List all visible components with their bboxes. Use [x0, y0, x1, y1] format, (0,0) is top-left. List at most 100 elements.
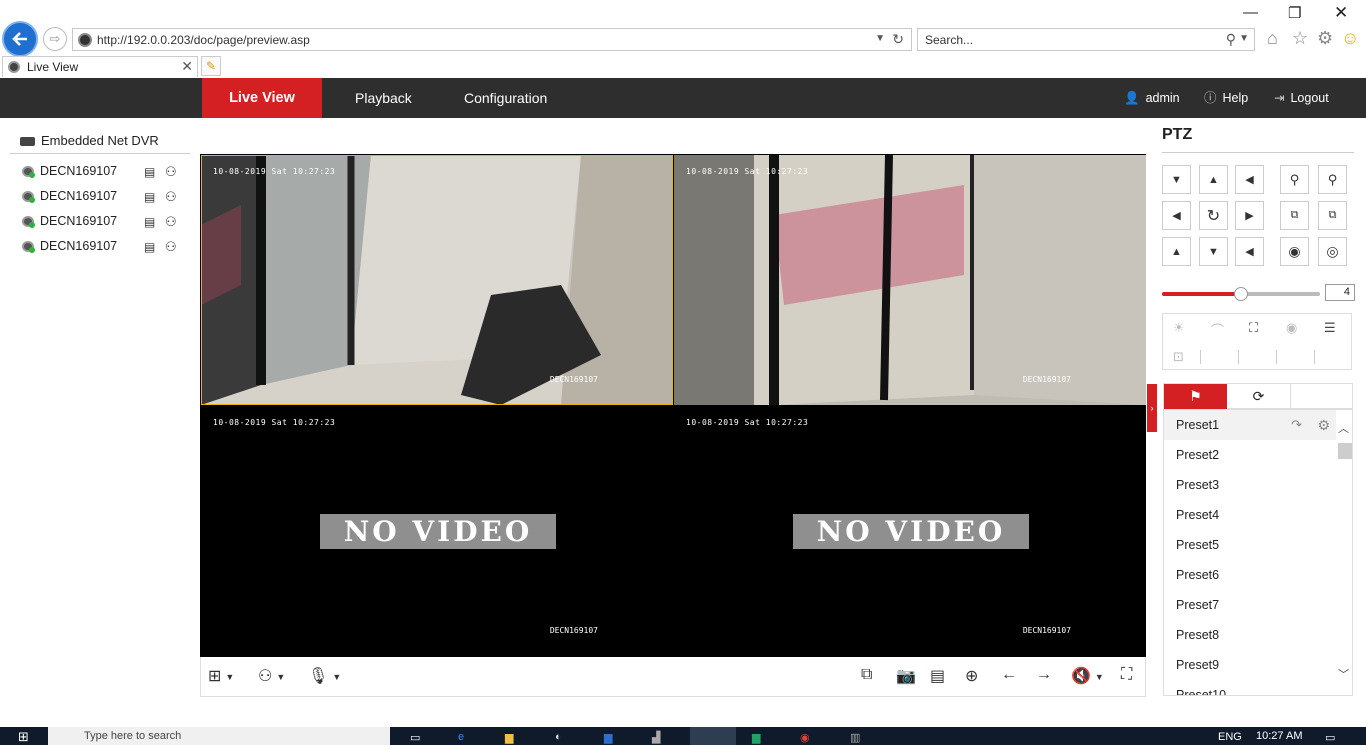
edge-app-icon[interactable]: e [458, 731, 464, 745]
excel-icon[interactable]: ▆ [752, 731, 760, 745]
browser-search-input[interactable]: Search... ⚲ ▼ [917, 28, 1255, 51]
ptz-auto-rotate-icon[interactable]: ↻ [1199, 201, 1228, 230]
task-view-icon[interactable]: ▭ [410, 731, 420, 745]
scroll-up-icon[interactable]: ︿ [1338, 420, 1349, 436]
list-item-preset[interactable]: Preset3 [1164, 470, 1338, 500]
chrome-icon[interactable]: ◉ [800, 731, 810, 745]
list-item-preset[interactable]: Preset9 [1164, 650, 1338, 680]
video-pane[interactable]: 10-08-2019 Sat 10:27:23 NO VIDEO DECN169… [201, 406, 673, 656]
menu-icon[interactable]: ☰ [1324, 320, 1336, 336]
app-icon[interactable]: ◐ [555, 731, 562, 745]
search-icon[interactable]: ⚲ [1226, 31, 1236, 48]
wiper-icon[interactable]: ⌒ [1211, 320, 1224, 339]
chevron-down-icon[interactable]: ▼ [1239, 33, 1249, 44]
call-preset-icon[interactable]: ↷ [1291, 410, 1302, 440]
aux-focus-icon[interactable]: ⛶ [1249, 320, 1258, 336]
notifications-icon[interactable]: ▭ [1325, 731, 1335, 745]
dvr-root[interactable]: Embedded Net DVR [20, 133, 159, 148]
camera-item[interactable]: DECN169107 ▤ ⚇ [22, 188, 182, 206]
stream-settings-icon[interactable]: ⚇ [165, 164, 177, 180]
camera-item[interactable]: DECN169107 ▤ ⚇ [22, 238, 182, 256]
chevron-down-icon[interactable]: ▼ [875, 33, 885, 44]
focus-near-icon[interactable]: ⧉ [1280, 201, 1309, 230]
stream-type-icon[interactable]: ⚇ ▼ [258, 666, 285, 686]
clock-time[interactable]: 10:27 AM [1256, 730, 1302, 744]
video-pane[interactable]: 10-08-2019 Sat 10:27:23 DECN169107 [201, 155, 673, 405]
ptz-left-icon[interactable]: ◀ [1162, 201, 1191, 230]
scroll-thumb[interactable] [1338, 443, 1352, 459]
ptz-speed-value[interactable]: 4 [1325, 284, 1355, 301]
record-icon[interactable]: ▤ [144, 165, 155, 179]
ptz-down-right-icon[interactable]: ◀ [1235, 237, 1264, 266]
new-tab-icon[interactable]: ✎ [201, 56, 221, 76]
slider-knob[interactable] [1234, 287, 1248, 301]
light-icon[interactable]: ☀ [1173, 320, 1185, 336]
user-menu[interactable]: 👤 admin [1124, 78, 1180, 118]
list-item-preset[interactable]: Preset2 [1164, 440, 1338, 470]
tab-pattern[interactable] [1290, 384, 1353, 409]
stop-all-preview-icon[interactable]: ⧉ [861, 666, 872, 684]
video-pane[interactable]: 10-08-2019 Sat 10:27:23 NO VIDEO DECN169… [674, 406, 1146, 656]
smiley-feedback-icon[interactable]: ☺ [1341, 28, 1359, 49]
camera-item[interactable]: DECN169107 ▤ ⚇ [22, 163, 182, 181]
iris-open-icon[interactable]: ◎ [1318, 237, 1347, 266]
record-icon[interactable]: ▤ [144, 190, 155, 204]
settings-gear-icon[interactable]: ⚙ [1317, 28, 1333, 49]
forward-button-icon[interactable]: ⇨ [43, 27, 67, 51]
ptz-right-icon[interactable]: ▶ [1235, 201, 1264, 230]
help-link[interactable]: ⓘ Help [1204, 78, 1248, 118]
microphone-icon[interactable]: 🎙 ▼ [308, 666, 341, 686]
tab-configuration[interactable]: Configuration [464, 78, 547, 118]
address-bar[interactable]: http://192.0.0.203/doc/page/preview.asp … [72, 28, 912, 51]
file-explorer-icon[interactable]: ▆ [505, 731, 513, 745]
next-page-icon[interactable]: → [1036, 666, 1052, 684]
app-icon[interactable]: ▥ [850, 731, 860, 745]
zoom-in-icon[interactable]: ⚲ [1318, 165, 1347, 194]
outlook-icon[interactable]: ▆ [604, 731, 612, 745]
digital-zoom-icon[interactable]: ⊕ [965, 666, 978, 686]
3d-zoom-icon[interactable]: ⊡ [1173, 349, 1184, 365]
record-icon[interactable]: ▤ [144, 215, 155, 229]
list-item-preset[interactable]: Preset4 [1164, 500, 1338, 530]
collapse-panel-icon[interactable]: › [1147, 384, 1157, 432]
list-item-preset[interactable]: Preset1 ↷ ⚙ [1164, 410, 1338, 440]
stream-settings-icon[interactable]: ⚇ [165, 189, 177, 205]
camera-item[interactable]: DECN169107 ▤ ⚇ [22, 213, 182, 231]
record-icon[interactable]: ▤ [144, 240, 155, 254]
taskbar-search-input[interactable]: Type here to search [48, 727, 390, 745]
browser-tab[interactable]: Live View ✕ [2, 56, 198, 77]
video-pane[interactable]: 10-08-2019 Sat 10:27:23 DECN169107 [674, 155, 1146, 405]
language-indicator[interactable]: ENG [1218, 731, 1242, 745]
capture-snapshot-icon[interactable]: 📷 [896, 666, 916, 686]
favorites-star-icon[interactable]: ☆ [1292, 28, 1308, 49]
logout-link[interactable]: ⇥ Logout [1274, 78, 1329, 118]
lens-init-icon[interactable]: ◉ [1286, 320, 1297, 336]
tab-preset-flag-icon[interactable]: ⚑ [1164, 384, 1227, 409]
ptz-up-left-icon[interactable]: ▼ [1162, 165, 1191, 194]
refresh-icon[interactable]: ↻ [892, 31, 904, 48]
zoom-out-icon[interactable]: ⚲ [1280, 165, 1309, 194]
previous-page-icon[interactable]: ← [1001, 666, 1017, 684]
ie-app-active[interactable] [690, 727, 736, 745]
windows-start-icon[interactable]: ⊞ [18, 729, 29, 744]
list-item-preset[interactable]: Preset10 [1164, 680, 1338, 695]
home-icon[interactable]: ⌂ [1267, 28, 1278, 49]
ptz-down-icon[interactable]: ▼ [1199, 237, 1228, 266]
close-tab-icon[interactable]: ✕ [181, 58, 193, 75]
list-item-preset[interactable]: Preset7 [1164, 590, 1338, 620]
close-window-icon[interactable]: ✕ [1334, 3, 1348, 23]
set-preset-gear-icon[interactable]: ⚙ [1317, 410, 1330, 440]
tab-patrol-icon[interactable]: ⟳ [1227, 384, 1290, 409]
minimize-icon[interactable]: — [1243, 4, 1258, 21]
ptz-up-icon[interactable]: ▲ [1199, 165, 1228, 194]
iris-close-icon[interactable]: ◉ [1280, 237, 1309, 266]
ptz-down-left-icon[interactable]: ▲ [1162, 237, 1191, 266]
app-icon[interactable]: ▟ [652, 731, 660, 745]
tab-playback[interactable]: Playback [355, 78, 412, 118]
restore-icon[interactable]: ❐ [1288, 4, 1301, 22]
stream-settings-icon[interactable]: ⚇ [165, 214, 177, 230]
audio-mute-icon[interactable]: 🔇 ▼ [1071, 666, 1104, 686]
scroll-down-icon[interactable]: ﹀ [1338, 666, 1349, 682]
window-layout-icon[interactable]: ⊞ ▼ [208, 666, 234, 686]
back-button-icon[interactable] [2, 21, 38, 57]
